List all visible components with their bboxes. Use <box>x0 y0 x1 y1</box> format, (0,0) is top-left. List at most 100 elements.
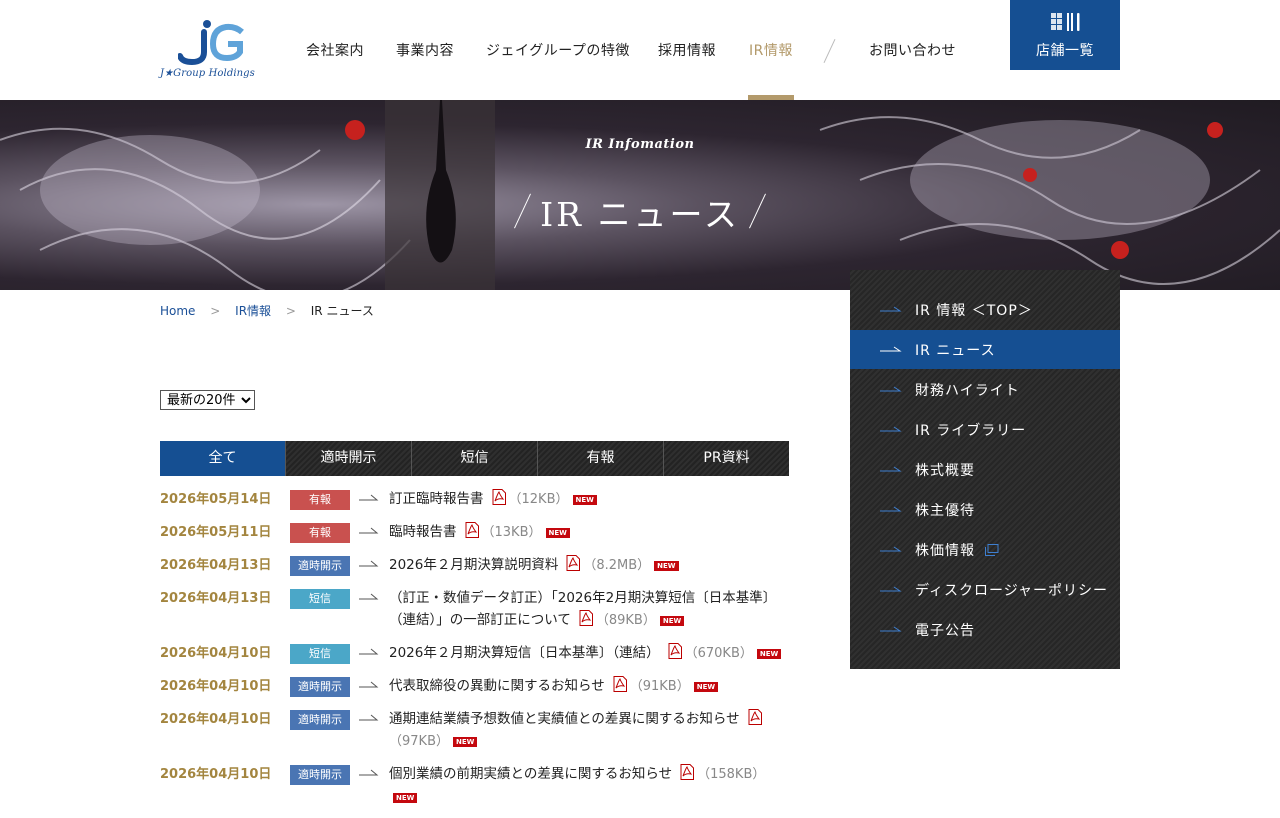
shop-list-button[interactable]: 店舗一覧 <box>1010 0 1120 70</box>
shop-list-icon <box>1051 13 1080 31</box>
new-badge: NEW <box>453 737 478 747</box>
arrow-right-icon <box>880 626 902 632</box>
news-title-link[interactable]: 訂正臨時報告書 <box>389 491 484 507</box>
news-title-link[interactable]: 2026年２月期決算説明資料 <box>389 557 558 573</box>
sidebar-item-6[interactable]: 株主優待 <box>850 490 1120 529</box>
arrow-right-icon <box>880 466 902 472</box>
sidebar-item-5[interactable]: 株式概要 <box>850 450 1120 489</box>
arrow-right-icon <box>359 681 379 688</box>
file-size: （158KB） <box>697 767 766 782</box>
sidebar-item-label: 株価情報 <box>915 543 975 559</box>
news-body: 通期連結業績予想数値と実績値との差異に関するお知らせ （97KB） NEW <box>389 708 790 753</box>
sidebar-item-4[interactable]: IR ライブラリー <box>850 410 1120 449</box>
page-hero: IR Infomation IR ニュース <box>0 100 1280 290</box>
arrow-right-icon <box>880 426 902 432</box>
arrow-right-icon <box>359 560 379 567</box>
filter-tab-1[interactable]: 全て <box>160 441 285 476</box>
file-size: （8.2MB） <box>583 558 651 573</box>
news-category-badge[interactable]: 有報 <box>290 490 350 510</box>
arrow-right-icon <box>359 527 379 534</box>
sidebar-item-label: IR ニュース <box>915 343 996 359</box>
news-arrow-holder <box>350 521 389 543</box>
new-badge: NEW <box>659 616 685 626</box>
new-badge: NEW <box>572 495 597 505</box>
news-title-link[interactable]: 臨時報告書 <box>389 524 457 540</box>
company-logo[interactable]: J★Group Holdings <box>160 16 270 82</box>
breadcrumb-ir[interactable]: IR情報 <box>235 304 271 318</box>
nav-item-1[interactable]: 会社案内 <box>306 40 364 60</box>
nav-item-2[interactable]: 事業内容 <box>396 40 454 60</box>
arrow-right-icon <box>359 714 379 721</box>
news-date: 2026年04月10日 <box>160 646 272 661</box>
ir-sidebar-menu: IR 情報 ＜TOP＞ IR ニュース財務ハイライト IR ライブラリー 株式概要株主… <box>850 270 1120 669</box>
filter-tab-2[interactable]: 適時開示 <box>285 441 411 476</box>
pdf-icon <box>579 610 593 626</box>
news-title-link[interactable]: 通期連結業績予想数値と実績値との差異に関するお知らせ <box>389 711 740 727</box>
arrow-right-icon <box>359 494 379 501</box>
arrow-right-icon <box>359 769 379 776</box>
news-category-badge[interactable]: 適時開示 <box>290 677 350 697</box>
news-date: 2026年04月10日 <box>160 767 272 782</box>
news-category-badge[interactable]: 短信 <box>290 644 350 664</box>
arrow-right-icon <box>880 506 902 512</box>
sidebar-item-8[interactable]: ディスクロージャーポリシー <box>850 570 1120 609</box>
news-count-select[interactable]: 最新の20件 <box>160 390 255 410</box>
breadcrumb-current: IR ニュース <box>310 304 374 318</box>
pdf-icon <box>465 522 479 538</box>
news-item: 2026年05月14日 有報 訂正臨時報告書 （12KB） NEW <box>160 488 790 511</box>
breadcrumb-home[interactable]: Home <box>160 304 195 318</box>
news-category-badge[interactable]: 有報 <box>290 523 350 543</box>
news-body: 臨時報告書 （13KB） NEW <box>389 521 790 544</box>
nav-item-3[interactable]: ジェイグループの特徴 <box>486 40 630 60</box>
file-size: （91KB） <box>629 679 690 694</box>
news-category-badge[interactable]: 適時開示 <box>290 765 350 785</box>
file-size: （670KB） <box>684 646 753 661</box>
news-arrow-holder <box>350 587 389 609</box>
arrow-right-icon <box>880 306 902 312</box>
news-title-link[interactable]: 代表取締役の異動に関するお知らせ <box>389 678 605 694</box>
nav-item-5[interactable]: IR情報 <box>749 40 793 60</box>
filter-tab-4[interactable]: 有報 <box>537 441 663 476</box>
pdf-icon <box>566 555 581 571</box>
sidebar-item-9[interactable]: 電子公告 <box>850 610 1120 649</box>
pdf-icon <box>613 676 627 692</box>
logo-tagline: J★Group Holdings <box>160 68 255 79</box>
news-title-link[interactable]: 個別業績の前期実績との差異に関するお知らせ <box>389 766 672 782</box>
news-title-link[interactable]: 2026年２月期決算短信〔日本基準〕（連結） <box>389 645 660 661</box>
news-body: 代表取締役の異動に関するお知らせ （91KB） NEW <box>389 675 790 698</box>
filter-tab-5[interactable]: PR資料 <box>663 441 789 476</box>
sidebar-item-3[interactable]: 財務ハイライト <box>850 370 1120 409</box>
new-badge: NEW <box>545 528 570 538</box>
arrow-right-icon <box>880 386 902 392</box>
nav-item-6[interactable]: お問い合わせ <box>869 40 956 60</box>
jg-logo-icon <box>178 20 244 66</box>
news-body: 2026年２月期決算説明資料 （8.2MB） NEW <box>389 554 790 577</box>
news-item: 2026年05月11日 有報 臨時報告書 （13KB） NEW <box>160 521 790 544</box>
arrow-right-icon <box>880 586 902 592</box>
breadcrumb-separator: > <box>285 304 296 318</box>
news-arrow-holder <box>350 642 389 664</box>
arrow-right-icon <box>880 346 902 352</box>
pdf-icon <box>492 489 506 505</box>
filter-tab-3[interactable]: 短信 <box>411 441 537 476</box>
arrow-right-icon <box>880 546 902 552</box>
news-category-badge[interactable]: 短信 <box>290 589 350 609</box>
news-arrow-holder <box>350 675 389 697</box>
news-category-badge[interactable]: 適時開示 <box>290 710 350 730</box>
new-badge: NEW <box>693 682 719 692</box>
nav-item-4[interactable]: 採用情報 <box>658 40 716 60</box>
news-category-badge[interactable]: 適時開示 <box>290 556 350 576</box>
news-item: 2026年04月13日 適時開示 2026年２月期決算説明資料 （8.2MB） NEW <box>160 554 790 577</box>
news-date: 2026年04月13日 <box>160 558 272 573</box>
shop-list-label: 店舗一覧 <box>1036 43 1094 59</box>
sidebar-item-2[interactable]: IR ニュース <box>850 330 1120 369</box>
sidebar-item-7[interactable]: 株価情報 <box>850 530 1120 569</box>
sidebar-item-label: 株主優待 <box>915 503 975 519</box>
news-date: 2026年04月13日 <box>160 591 272 606</box>
news-body: （訂正・数値データ訂正）「2026年2月期決算短信〔日本基準〕（連結）」の一部訂… <box>389 587 790 632</box>
news-arrow-holder <box>350 708 389 730</box>
news-arrow-holder <box>350 488 389 510</box>
pdf-icon <box>748 709 762 725</box>
news-arrow-holder <box>350 554 389 576</box>
sidebar-item-1[interactable]: IR 情報 ＜TOP＞ <box>850 290 1120 329</box>
